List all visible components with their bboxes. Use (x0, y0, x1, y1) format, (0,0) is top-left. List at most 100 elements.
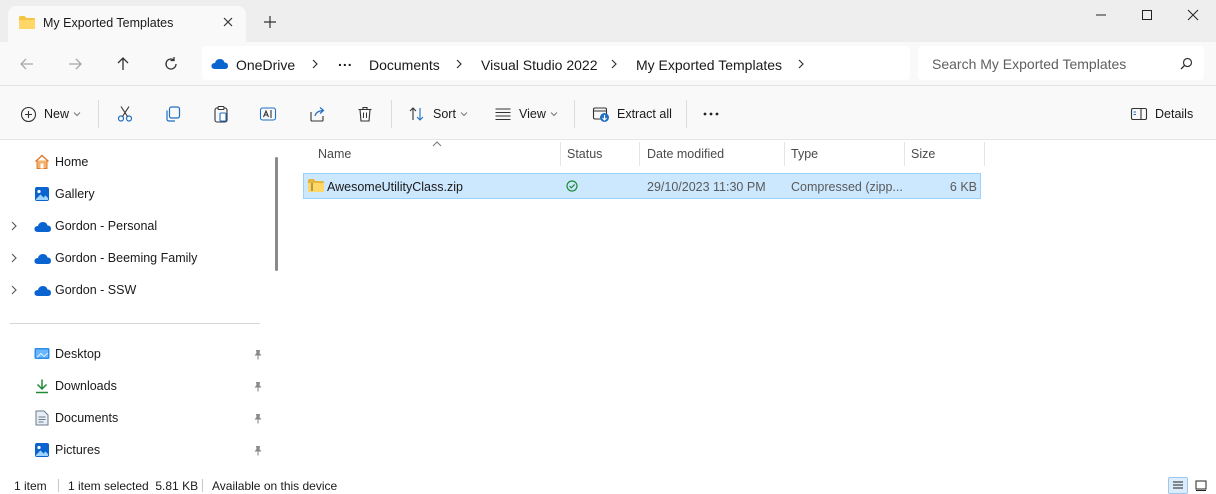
breadcrumb-chevron-icon[interactable] (454, 59, 464, 69)
paste-button[interactable] (212, 103, 230, 125)
breadcrumb-chevron-icon[interactable] (310, 59, 320, 69)
new-label: New (44, 107, 70, 121)
more-options-icon (702, 105, 720, 123)
minimize-button[interactable] (1078, 0, 1124, 30)
nav-label: Gordon - Personal (55, 219, 158, 233)
large-icons-view-toggle[interactable] (1191, 477, 1211, 494)
file-name: AwesomeUtilityClass.zip (327, 180, 463, 194)
address-bar[interactable]: OneDrive ... Documents Visual Studio 202… (202, 46, 910, 80)
onedrive-cloud-icon (33, 249, 51, 267)
tab-title: My Exported Templates (43, 16, 174, 30)
see-more-button[interactable] (702, 103, 720, 125)
chevron-right-icon[interactable] (10, 221, 18, 231)
details-pane-icon (1130, 105, 1148, 123)
breadcrumb-chevron-icon[interactable] (796, 59, 806, 69)
column-header-status[interactable]: Status (567, 147, 602, 161)
sort-ascending-icon (432, 141, 442, 147)
plus-circle-icon (20, 106, 37, 123)
breadcrumb-visual-studio[interactable]: Visual Studio 2022 (481, 57, 598, 73)
close-window-button[interactable] (1170, 0, 1216, 30)
nav-scrollbar[interactable] (275, 157, 278, 271)
status-divider (202, 479, 203, 492)
table-row[interactable]: AwesomeUtilityClass.zip 29/10/2023 11:30… (303, 173, 981, 199)
toolbar-divider (98, 100, 99, 128)
maximize-button[interactable] (1124, 0, 1170, 30)
chevron-right-icon[interactable] (10, 253, 18, 263)
column-divider[interactable] (560, 142, 561, 166)
trash-icon (356, 105, 374, 123)
back-button[interactable] (16, 53, 38, 75)
sync-status-check-icon (566, 180, 578, 192)
pin-icon[interactable] (253, 445, 263, 456)
column-divider[interactable] (784, 142, 785, 166)
breadcrumb-overflow[interactable]: ... (338, 53, 353, 69)
forward-arrow-icon (67, 56, 83, 72)
nav-item-gallery[interactable]: Gallery (0, 181, 270, 207)
new-button[interactable]: New (20, 103, 81, 125)
pin-icon[interactable] (253, 381, 263, 392)
breadcrumb-onedrive[interactable]: OneDrive (236, 57, 295, 73)
breadcrumb-documents[interactable]: Documents (369, 57, 440, 73)
nav-item-pictures[interactable]: Pictures (0, 437, 270, 463)
navigation-pane: Home Gallery Gordon - Personal Gordon - … (0, 140, 284, 476)
file-date-modified: 29/10/2023 11:30 PM (647, 180, 766, 194)
pictures-icon (33, 441, 51, 459)
nav-label: Desktop (55, 347, 101, 361)
tab-my-exported-templates[interactable]: My Exported Templates (8, 6, 246, 42)
nav-label: Downloads (55, 379, 117, 393)
nav-item-desktop[interactable]: Desktop (0, 341, 270, 367)
column-divider[interactable] (904, 142, 905, 166)
details-pane-button[interactable]: Details (1130, 103, 1193, 125)
back-arrow-icon (19, 56, 35, 72)
column-divider[interactable] (639, 142, 640, 166)
nav-label: Pictures (55, 443, 101, 457)
refresh-icon (163, 56, 179, 72)
rename-button[interactable] (259, 103, 277, 125)
new-tab-icon[interactable] (262, 14, 278, 30)
pin-icon[interactable] (253, 413, 263, 424)
nav-item-gordon-ssw[interactable]: Gordon - SSW (0, 277, 270, 303)
cut-button[interactable] (116, 103, 134, 125)
nav-label: Gordon - SSW (55, 283, 137, 297)
chevron-right-icon[interactable] (10, 285, 18, 295)
nav-label: Documents (55, 411, 119, 425)
view-list-icon (494, 105, 512, 123)
nav-item-documents[interactable]: Documents (0, 405, 270, 431)
search-icon[interactable] (1180, 57, 1193, 70)
sort-icon (408, 105, 426, 123)
nav-item-downloads[interactable]: Downloads (0, 373, 270, 399)
column-divider[interactable] (984, 142, 985, 166)
onedrive-cloud-icon (211, 58, 228, 69)
view-button[interactable]: View (494, 103, 558, 125)
onedrive-cloud-icon (33, 281, 51, 299)
delete-button[interactable] (356, 103, 374, 125)
toolbar-divider (574, 100, 575, 128)
details-view-toggle[interactable] (1168, 477, 1188, 494)
pin-icon[interactable] (253, 349, 263, 360)
up-button[interactable] (112, 53, 134, 75)
column-header-name[interactable]: Name (318, 147, 351, 161)
zip-folder-icon (307, 178, 325, 193)
share-button[interactable] (308, 103, 326, 125)
column-header-type[interactable]: Type (791, 147, 818, 161)
view-label: View (519, 107, 546, 121)
sort-button[interactable]: Sort (408, 103, 468, 125)
up-arrow-icon (115, 56, 131, 72)
extract-all-button[interactable]: Extract all (592, 103, 672, 125)
nav-item-home[interactable]: Home (0, 149, 270, 175)
column-header-date-modified[interactable]: Date modified (647, 147, 724, 161)
forward-button[interactable] (64, 53, 86, 75)
nav-item-gordon-beeming-family[interactable]: Gordon - Beeming Family (0, 245, 270, 271)
nav-item-gordon-personal[interactable]: Gordon - Personal (0, 213, 270, 239)
refresh-button[interactable] (160, 53, 182, 75)
search-input[interactable]: Search My Exported Templates (918, 46, 1204, 80)
selection-info: 1 item selected 5.81 KB (68, 479, 199, 493)
home-icon (33, 153, 51, 171)
breadcrumb-chevron-icon[interactable] (609, 59, 619, 69)
breadcrumb-my-exported-templates[interactable]: My Exported Templates (636, 57, 782, 73)
extract-all-label: Extract all (617, 107, 672, 121)
close-tab-icon[interactable] (220, 14, 236, 30)
copy-button[interactable] (164, 103, 182, 125)
copy-icon (164, 105, 182, 123)
column-header-size[interactable]: Size (911, 147, 935, 161)
